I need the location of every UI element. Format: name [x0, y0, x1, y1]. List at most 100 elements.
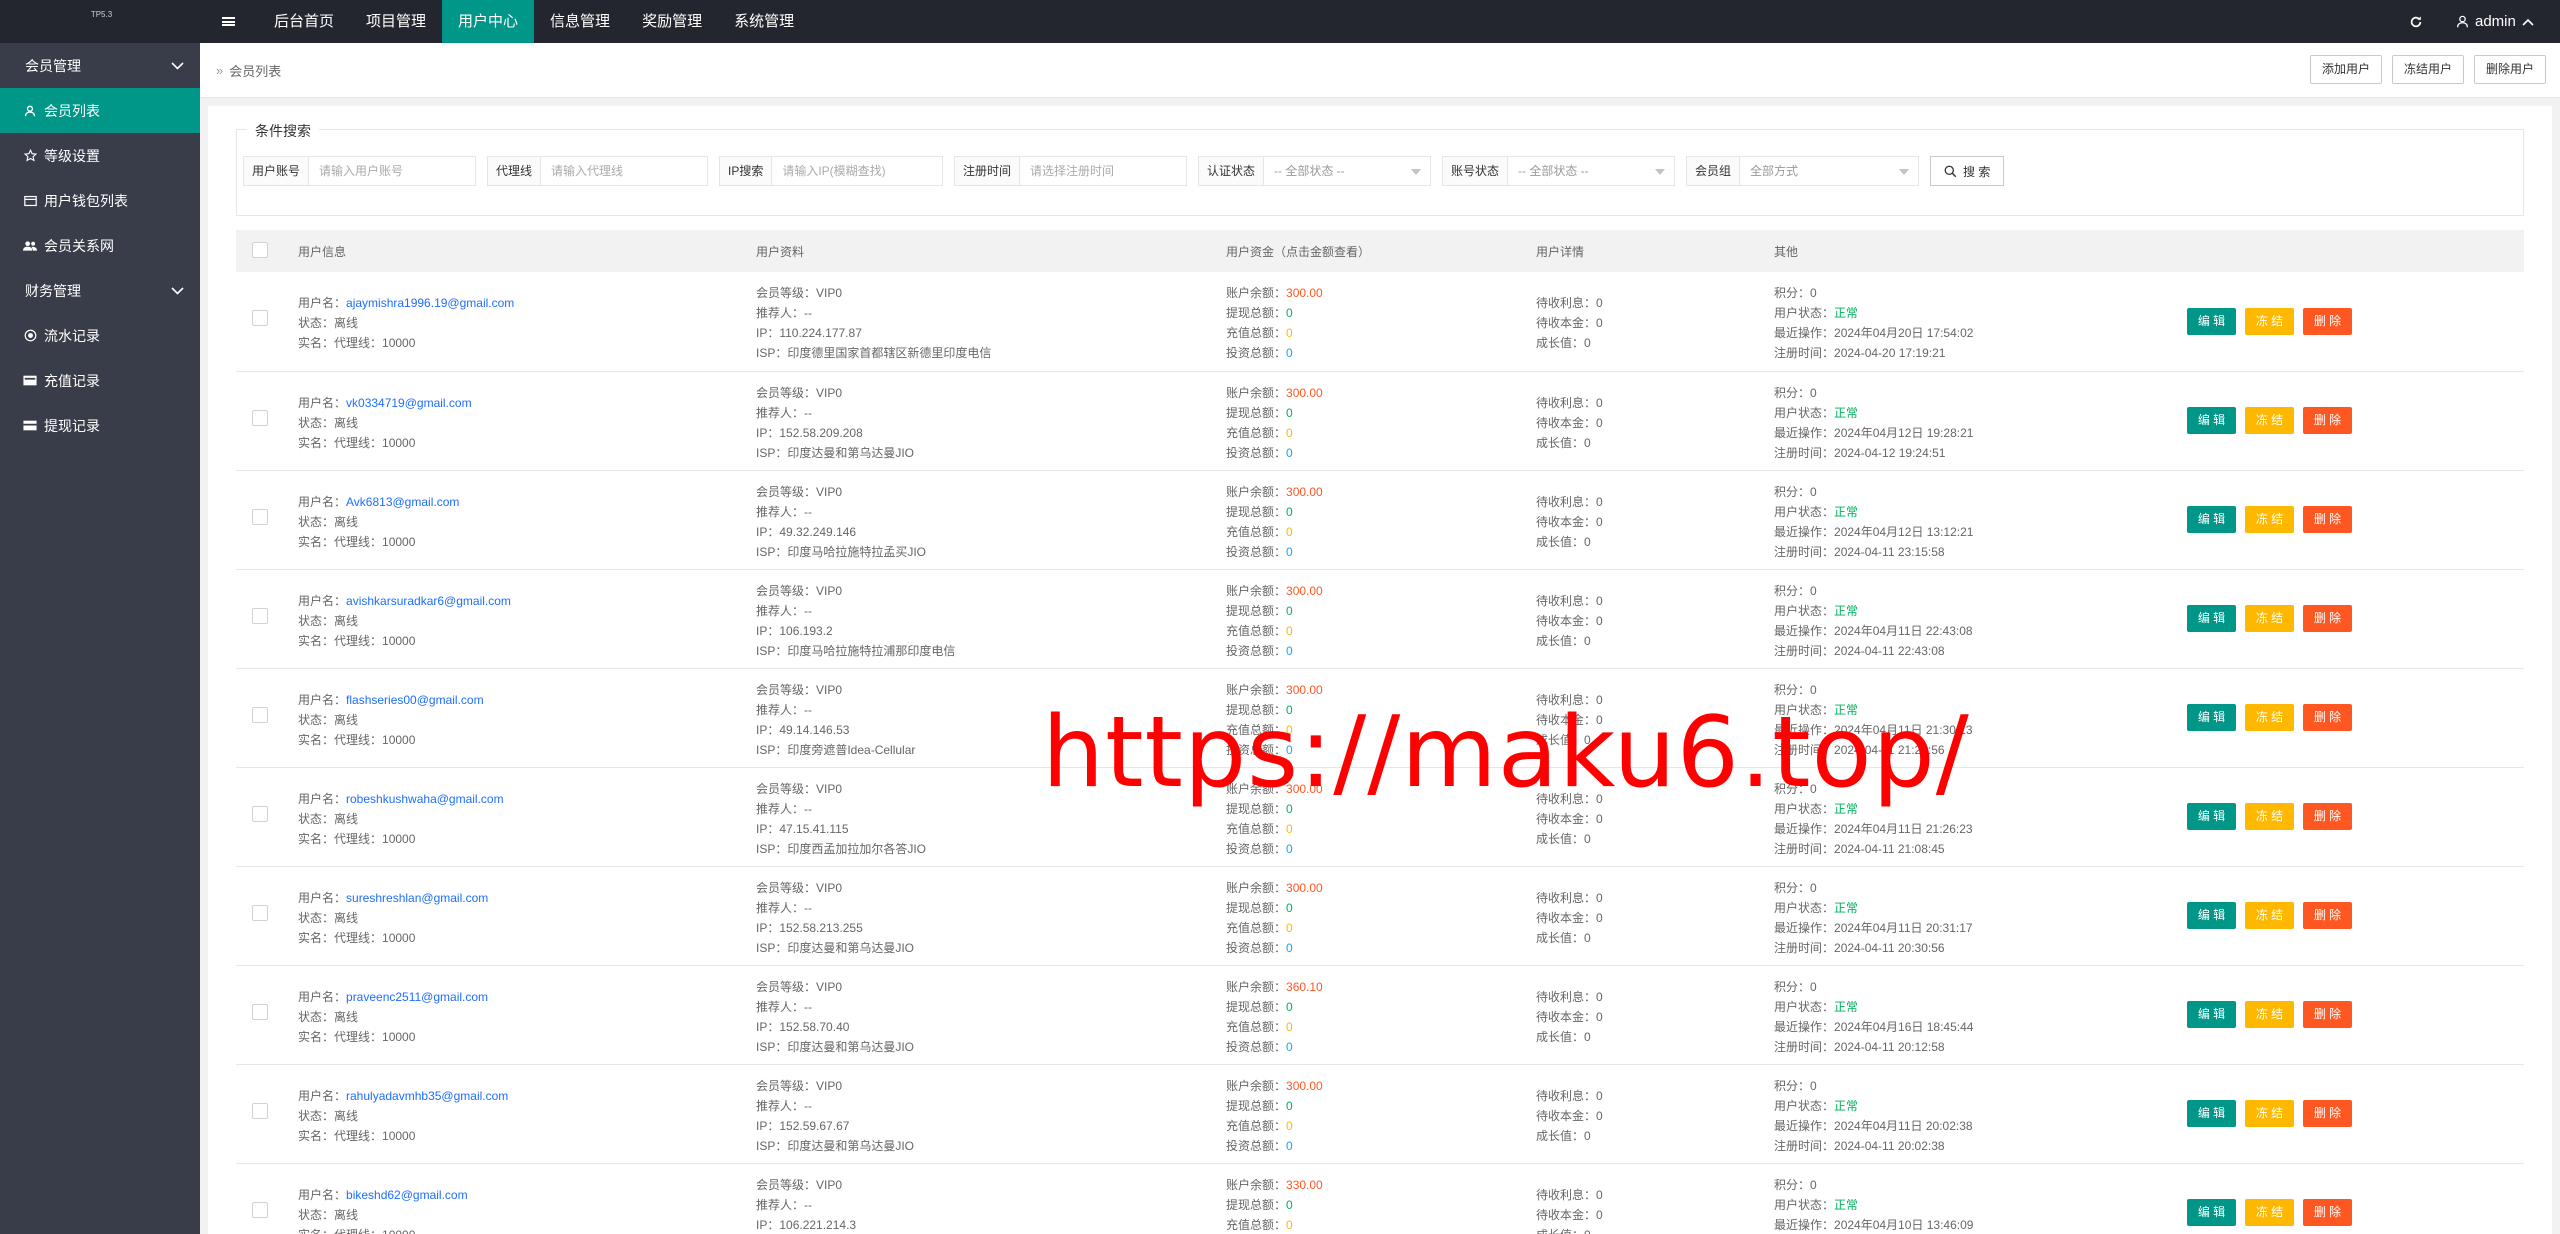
edit-button[interactable]: 编 辑 [2187, 605, 2236, 632]
realname-line: 实名：代理线：10000 [298, 930, 416, 945]
ip-line: IP：106.193.2 [756, 623, 833, 638]
user-status-line: 用户状态：正常 [1774, 603, 1859, 618]
delete-button[interactable]: 删 除 [2303, 1199, 2352, 1226]
edit-button[interactable]: 编 辑 [2187, 1001, 2236, 1028]
freeze-button[interactable]: 冻 结 [2245, 902, 2294, 929]
sidebar-item-withdraw-records[interactable]: 提现记录 [0, 403, 200, 448]
column-header: 用户信息 [298, 244, 347, 259]
table-row: 用户名：bikeshd62@gmail.com 状态：离线实名：代理线：10000… [236, 1163, 2524, 1234]
menu-toggle-icon[interactable] [206, 0, 250, 43]
edit-button[interactable]: 编 辑 [2187, 803, 2236, 830]
sidebar-item-recharge-records[interactable]: 充值记录 [0, 358, 200, 403]
edit-button[interactable]: 编 辑 [2187, 407, 2236, 434]
auth-status-select[interactable]: -- 全部状态 -- [1264, 157, 1430, 185]
logo[interactable]: lc TP5.3 [0, 0, 2560, 1234]
sidebar-item-wallets[interactable]: 用户钱包列表 [0, 178, 200, 223]
add-user-button[interactable]: 添加用户 [2309, 55, 2382, 84]
freeze-button[interactable]: 冻 结 [2245, 1199, 2294, 1226]
freeze-button[interactable]: 冻 结 [2245, 704, 2294, 731]
breadcrumb: » 会员列表 [216, 61, 281, 80]
agent-input[interactable]: 请输入代理线 [541, 157, 633, 185]
row-checkbox[interactable] [252, 1102, 268, 1119]
nav-item-dashboard[interactable]: 后台首页 [258, 0, 350, 43]
actions-cell: 编 辑冻 结删 除 [2187, 767, 2524, 866]
isp-line: ISP：印度达曼和第乌达曼JIO [756, 1039, 915, 1054]
select-all-checkbox[interactable] [252, 241, 268, 258]
user-menu[interactable]: admin [2456, 0, 2534, 43]
delete-button[interactable]: 删 除 [2303, 803, 2352, 830]
row-checkbox[interactable] [252, 706, 268, 723]
sidebar-item-member-network[interactable]: 会员关系网 [0, 223, 200, 268]
delete-button[interactable]: 删 除 [2303, 407, 2352, 434]
user-funds-cell: 账户余额：300.00 提现总额：0 充值总额：0 投资总额：0 [1226, 866, 1536, 965]
freeze-button[interactable]: 冻 结 [2245, 506, 2294, 533]
sidebar-item-flow-records[interactable]: 流水记录 [0, 313, 200, 358]
freeze-button[interactable]: 冻 结 [2245, 407, 2294, 434]
row-checkbox[interactable] [252, 1201, 268, 1218]
delete-button[interactable]: 删 除 [2303, 307, 2352, 335]
sidebar-item-label: 等级设置 [44, 147, 100, 164]
delete-user-button[interactable]: 删除用户 [2473, 55, 2546, 84]
delete-button[interactable]: 删 除 [2303, 506, 2352, 533]
principal-line: 待收本金：0 [1536, 514, 1603, 529]
table-row: 用户名：avishkarsuradkar6@gmail.com 状态：离线 实名：代… [236, 569, 2524, 668]
ip-line: IP：152.58.209.208 [756, 425, 863, 440]
delete-button[interactable]: 删 除 [2303, 1001, 2352, 1028]
account-status-select[interactable]: -- 全部状态 -- [1508, 157, 1674, 185]
column-header: 其他 [1774, 244, 1799, 259]
row-checkbox[interactable] [252, 409, 268, 426]
delete-button[interactable]: 删 除 [2303, 605, 2352, 632]
delete-button[interactable]: 删 除 [2303, 704, 2352, 731]
member-group-filter: 会员组 全部方式 [1686, 156, 1919, 186]
edit-button[interactable]: 编 辑 [2187, 307, 2236, 335]
sidebar-item-label: 会员列表 [44, 102, 100, 119]
status-line: 状态：离线 [298, 514, 359, 529]
sidebar-item-level-settings[interactable]: 等级设置 [0, 133, 200, 178]
ip-input[interactable]: 请输入IP(模糊查找) [772, 157, 895, 185]
wallet-icon [23, 194, 37, 208]
row-checkbox[interactable] [252, 904, 268, 921]
delete-button[interactable]: 删 除 [2303, 1100, 2352, 1127]
register-time-input[interactable]: 请选择注册时间 [1020, 157, 1124, 185]
user-funds-cell: 账户余额：300.00 提现总额：0 充值总额：0 投资总额：0 [1226, 272, 1536, 371]
freeze-button[interactable]: 冻 结 [2245, 1001, 2294, 1028]
edit-button[interactable]: 编 辑 [2187, 506, 2236, 533]
row-checkbox[interactable] [252, 310, 268, 327]
user-info-cell: 用户名：ajaymishra1996.19@gmail.com 状态：离线 实名：代… [298, 272, 756, 371]
edit-button[interactable]: 编 辑 [2187, 1100, 2236, 1127]
row-checkbox[interactable] [252, 1003, 268, 1020]
growth-line: 成长值：0 [1536, 1128, 1591, 1143]
user-status-line: 用户状态：正常 [1774, 999, 1859, 1014]
double-chevron-icon: » [216, 63, 224, 78]
freeze-button[interactable]: 冻 结 [2245, 1100, 2294, 1127]
recharge-line: 充值总额：0 [1226, 425, 1293, 440]
edit-button[interactable]: 编 辑 [2187, 902, 2236, 929]
top-header: lc TP5.3 后台首页 项目管理 用户中心 信息管理 奖励管理 系统管理 a… [0, 0, 2560, 1234]
withdraw-line: 提现总额：0 [1226, 1197, 1293, 1212]
account-input[interactable]: 请输入用户账号 [309, 157, 413, 185]
row-checkbox[interactable] [252, 607, 268, 624]
row-checkbox[interactable] [252, 805, 268, 822]
nav-item-projects[interactable]: 项目管理 [350, 0, 442, 43]
edit-button[interactable]: 编 辑 [2187, 1199, 2236, 1226]
nav-item-system[interactable]: 系统管理 [718, 0, 810, 43]
sidebar-item-member-list[interactable]: 会员列表 [0, 88, 200, 133]
sidebar-group-members[interactable]: 会员管理 [0, 43, 200, 88]
level-line: 会员等级：VIP0 [756, 1177, 843, 1192]
interest-line: 待收利息：0 [1536, 494, 1603, 509]
sidebar-group-finance[interactable]: 财务管理 [0, 268, 200, 313]
edit-button[interactable]: 编 辑 [2187, 704, 2236, 731]
freeze-user-button[interactable]: 冻结用户 [2391, 55, 2464, 84]
freeze-button[interactable]: 冻 结 [2245, 803, 2294, 830]
delete-button[interactable]: 删 除 [2303, 902, 2352, 929]
nav-item-user-center[interactable]: 用户中心 [442, 0, 535, 43]
row-checkbox[interactable] [252, 508, 268, 525]
member-group-select[interactable]: 全部方式 [1740, 157, 1918, 185]
invest-line: 投资总额：0 [1226, 445, 1293, 460]
search-button[interactable]: 搜 索 [1930, 156, 2005, 186]
nav-item-rewards[interactable]: 奖励管理 [626, 0, 718, 43]
freeze-button[interactable]: 冻 结 [2245, 605, 2294, 632]
refresh-icon[interactable] [2400, 0, 2432, 43]
freeze-button[interactable]: 冻 结 [2245, 307, 2294, 335]
nav-item-info[interactable]: 信息管理 [534, 0, 626, 43]
